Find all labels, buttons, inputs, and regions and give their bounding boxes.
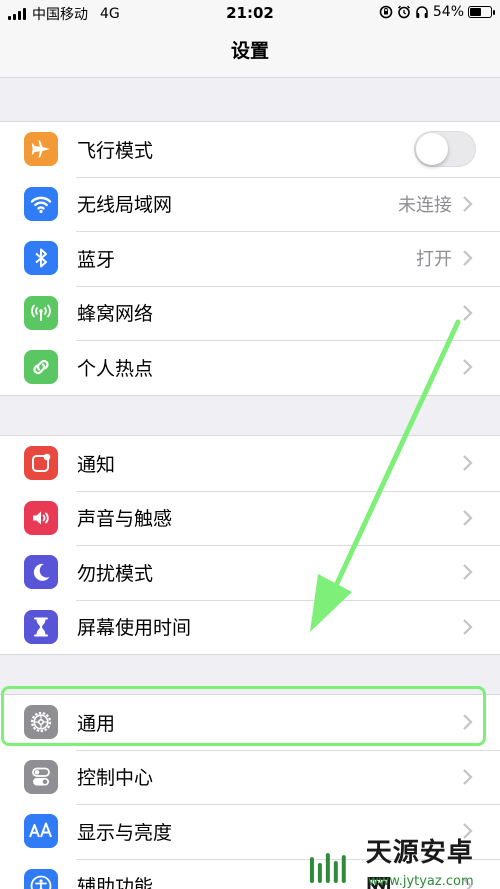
watermark: 天源安卓网 www.jytyaz.com <box>300 838 500 889</box>
android-logo-icon <box>309 852 346 883</box>
green-arrow-icon <box>310 319 461 632</box>
watermark-url: www.jytyaz.com <box>368 874 474 889</box>
